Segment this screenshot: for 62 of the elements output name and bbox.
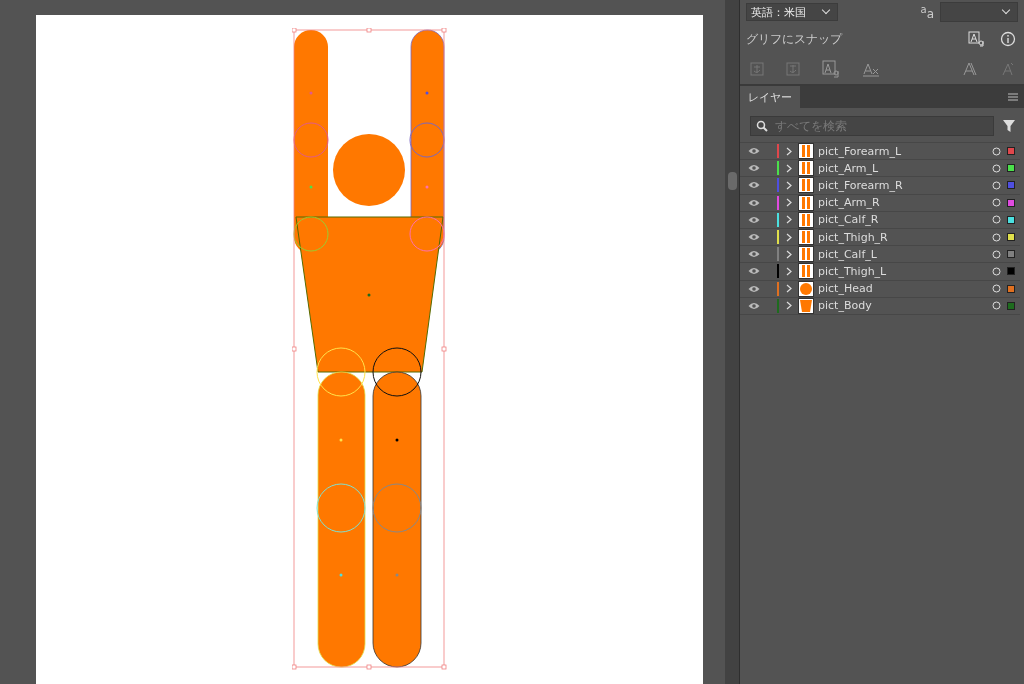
menu-icon[interactable] (1008, 93, 1018, 101)
layer-row[interactable]: pict_Arm_L (740, 160, 1020, 178)
target-circle-icon[interactable] (992, 284, 1001, 294)
layer-thumbnail (799, 264, 813, 279)
snap-label: グリフにスナップ (746, 30, 842, 48)
layer-thumbnail (799, 161, 813, 176)
filter-icon[interactable] (1002, 119, 1016, 133)
eye-icon[interactable] (748, 198, 760, 207)
layer-thumbnail (799, 212, 813, 227)
layer-row[interactable]: pict_Forearm_R (740, 177, 1020, 195)
layer-row[interactable]: pict_Calf_R (740, 211, 1020, 229)
layer-thumbnail (799, 281, 813, 296)
info-icon[interactable] (1000, 31, 1016, 47)
language-dropdown[interactable]: 英語：米国 (746, 3, 838, 21)
layer-row[interactable]: pict_Arm_R (740, 194, 1020, 212)
layer-thumbnail (799, 144, 813, 159)
layer-name: pict_Thigh_R (818, 230, 888, 244)
search-icon (756, 120, 768, 132)
layer-row[interactable]: pict_Thigh_R (740, 228, 1020, 247)
target-circle-icon[interactable] (992, 215, 1001, 225)
layer-row[interactable]: pict_Forearm_L (740, 143, 1020, 161)
layer-thumbnail (799, 195, 813, 210)
target-circle-icon[interactable] (992, 198, 1001, 208)
scroll-thumb[interactable] (727, 172, 737, 190)
layer-name: pict_Body (818, 299, 872, 313)
target-circle-icon[interactable] (992, 163, 1001, 173)
layer-name: pict_Head (818, 282, 873, 296)
layer-row[interactable]: pict_Calf_L (740, 246, 1020, 264)
eye-icon[interactable] (748, 181, 760, 190)
target-circle-icon[interactable] (992, 249, 1001, 259)
eye-icon[interactable] (748, 233, 760, 242)
size-label: $^{a}$a (920, 3, 934, 21)
layer-thumbnail (799, 298, 813, 313)
target-circle-icon[interactable] (992, 180, 1001, 190)
layer-name: pict_Forearm_R (818, 178, 903, 192)
layer-name: pict_Arm_R (818, 196, 880, 210)
layer-name: pict_Calf_R (818, 213, 879, 227)
glyph-box-icon[interactable] (822, 60, 840, 78)
eye-icon[interactable] (748, 267, 760, 276)
target-circle-icon[interactable] (992, 266, 1001, 276)
glyph-icon[interactable] (968, 31, 984, 47)
target-circle-icon[interactable] (992, 146, 1001, 156)
eye-icon[interactable] (748, 301, 760, 310)
layers-tab[interactable]: レイヤー (740, 86, 800, 108)
layer-name: pict_Thigh_L (818, 264, 887, 278)
layer-row[interactable]: pict_Head (740, 280, 1020, 298)
eye-icon[interactable] (748, 147, 760, 156)
letter-a-icon[interactable] (962, 61, 978, 77)
target-circle-icon[interactable] (992, 232, 1001, 242)
eye-icon[interactable] (748, 250, 760, 259)
layer-row[interactable]: pict_Body (740, 297, 1020, 315)
eye-icon[interactable] (748, 164, 760, 173)
layer-row[interactable]: pict_Thigh_L (740, 263, 1020, 281)
layer-thumbnail (799, 178, 813, 193)
layer-name: pict_Arm_L (818, 161, 879, 175)
target-circle-icon[interactable] (992, 301, 1001, 311)
layer-name: pict_Forearm_L (818, 144, 902, 158)
eye-icon[interactable] (748, 215, 760, 224)
layer-thumbnail (799, 230, 813, 245)
eye-icon[interactable] (748, 284, 760, 293)
layer-name: pict_Calf_L (818, 247, 877, 261)
layer-thumbnail (799, 247, 813, 262)
